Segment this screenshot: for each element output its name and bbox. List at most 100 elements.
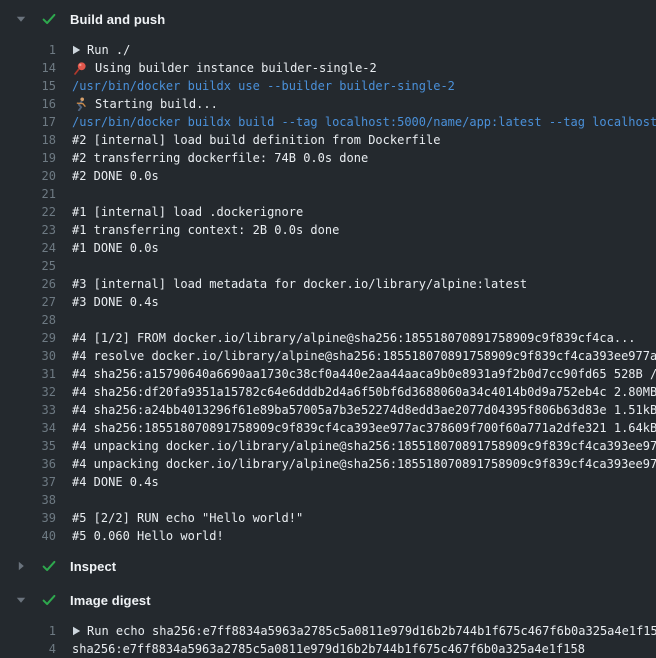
line-number-link[interactable]: 20 — [0, 167, 56, 185]
line-number-link[interactable]: 24 — [0, 239, 56, 257]
line-number-link[interactable]: 19 — [0, 149, 56, 167]
log-line-text: #1 DONE 0.0s — [72, 239, 159, 257]
log-line: 26#3 [internal] load metadata for docker… — [0, 275, 656, 293]
log-section-inspect: Inspect — [0, 555, 656, 577]
log-text: #5 [2/2] RUN echo "Hello world!" — [72, 509, 303, 527]
line-number-link[interactable]: 31 — [0, 365, 56, 383]
line-number-link[interactable]: 17 — [0, 113, 56, 131]
section-header-inspect[interactable]: Inspect — [0, 555, 656, 577]
line-number-link[interactable]: 36 — [0, 455, 56, 473]
log-line: 16 Starting build... — [0, 95, 656, 113]
log-line: 40 #5 0.060 Hello world! — [0, 527, 656, 545]
play-icon — [72, 626, 81, 636]
log-text: Run ./ — [87, 41, 130, 59]
log-text: /usr/bin/docker buildx build --tag local… — [72, 113, 656, 131]
section-header-build-and-push[interactable]: Build and push — [0, 0, 656, 30]
check-icon — [41, 558, 57, 574]
line-number-link[interactable]: 15 — [0, 77, 56, 95]
log-line: 37#4 DONE 0.4s — [0, 473, 656, 491]
log-text: #2 [internal] load build definition from… — [72, 131, 440, 149]
log-line-text: Run ./ — [72, 41, 130, 59]
section-body-build-and-push: 1 Run ./ 14 Using builder instance builder-… — [0, 41, 656, 545]
line-number-link[interactable]: 37 — [0, 473, 56, 491]
line-number-link[interactable]: 40 — [0, 527, 56, 545]
line-number-link[interactable]: 14 — [0, 59, 56, 77]
log-line: 18 #2 [internal] load build definition fr… — [0, 131, 656, 149]
line-number-link[interactable]: 23 — [0, 221, 56, 239]
log-text: #4 sha256:185518070891758909c9f839cf4ca3… — [72, 419, 656, 437]
log-line: 27 #3 DONE 0.4s — [0, 293, 656, 311]
log-line-text: #4 sha256:df20fa9351a15782c64e6dddb2d4a6… — [72, 383, 656, 401]
line-number-link[interactable]: 30 — [0, 347, 56, 365]
check-icon — [41, 11, 57, 27]
line-number-link[interactable]: 32 — [0, 383, 56, 401]
log-line-text: #1 transferring context: 2B 0.0s done — [72, 221, 339, 239]
log-command-text: /usr/bin/docker buildx use --builder bui… — [72, 77, 455, 95]
chevron-down-icon[interactable] — [16, 595, 26, 605]
log-text: Using builder instance builder-single-2 — [95, 59, 377, 77]
log-line: 30#4 resolve docker.io/library/alpine@sh… — [0, 347, 656, 365]
log-text: Starting build... — [95, 95, 218, 113]
line-number-link[interactable]: 16 — [0, 95, 56, 113]
log-line: 24 #1 DONE 0.0s — [0, 239, 656, 257]
log-line-text: Using builder instance builder-single-2 — [72, 59, 377, 77]
log-line-text: Starting build... — [72, 95, 218, 113]
log-line-text: #1 [internal] load .dockerignore — [72, 203, 303, 221]
log-text: /usr/bin/docker buildx use --builder bui… — [72, 77, 455, 95]
line-number-link[interactable]: 29 — [0, 329, 56, 347]
line-number-link[interactable]: 26 — [0, 275, 56, 293]
section-header-image-digest[interactable]: Image digest — [0, 589, 656, 611]
log-text: #4 unpacking docker.io/library/alpine@sh… — [72, 437, 656, 455]
section-body-image-digest: 1 Run echo sha256:e7ff8834a5963a2785c5a08… — [0, 622, 656, 658]
log-line-text: #2 [internal] load build definition from… — [72, 131, 440, 149]
line-number-link[interactable]: 27 — [0, 293, 56, 311]
section-title: Build and push — [70, 12, 165, 27]
log-text: #1 DONE 0.0s — [72, 239, 159, 257]
line-number-link[interactable]: 21 — [0, 185, 56, 203]
line-number-link[interactable]: 1 — [0, 622, 56, 640]
log-line-text: #5 [2/2] RUN echo "Hello world!" — [72, 509, 303, 527]
log-line: 22 #1 [internal] load .dockerignore — [0, 203, 656, 221]
line-number-link[interactable]: 4 — [0, 640, 56, 658]
log-line-text: #4 unpacking docker.io/library/alpine@sh… — [72, 437, 656, 455]
log-line-text: #3 DONE 0.4s — [72, 293, 159, 311]
line-number-link[interactable]: 34 — [0, 419, 56, 437]
log-line-text: #2 transferring dockerfile: 74B 0.0s don… — [72, 149, 368, 167]
log-text: #4 [1/2] FROM docker.io/library/alpine@s… — [72, 329, 636, 347]
log-line-text: Run echo sha256:e7ff8834a5963a2785c5a081… — [72, 622, 656, 640]
line-number-link[interactable]: 33 — [0, 401, 56, 419]
line-number-link[interactable]: 39 — [0, 509, 56, 527]
log-line: 38 — [0, 491, 656, 509]
log-text: #4 sha256:a15790640a6690aa1730c38cf0a440… — [72, 365, 656, 383]
line-number-link[interactable]: 28 — [0, 311, 56, 329]
line-number-link[interactable]: 38 — [0, 491, 56, 509]
section-title: Inspect — [70, 559, 116, 574]
workflow-log-viewer: Build and push1Run ./14Using builder ins… — [0, 0, 656, 658]
log-line-text: #4 sha256:a24bb4013296f61e89ba57005a7b3e… — [72, 401, 656, 419]
chevron-down-icon[interactable] — [16, 14, 26, 24]
log-text: #2 DONE 0.0s — [72, 167, 159, 185]
log-line: 1 Run echo sha256:e7ff8834a5963a2785c5a08… — [0, 622, 656, 640]
log-section-build-and-push: Build and push 1 Run ./ 14 Using builder ins… — [0, 0, 656, 545]
log-section-image-digest: Image digest 1 Run echo sha256:e7ff8834a59… — [0, 589, 656, 658]
log-line: 4sha256:e7ff8834a5963a2785c5a0811e979d16… — [0, 640, 656, 658]
line-number-link[interactable]: 35 — [0, 437, 56, 455]
log-line: 34 #4 sha256:185518070891758909c9f839cf4c… — [0, 419, 656, 437]
log-text: #1 [internal] load .dockerignore — [72, 203, 303, 221]
line-number-link[interactable]: 22 — [0, 203, 56, 221]
log-line: 1 Run ./ — [0, 41, 656, 59]
line-number-link[interactable]: 18 — [0, 131, 56, 149]
chevron-right-icon[interactable] — [16, 561, 26, 571]
log-text: #4 unpacking docker.io/library/alpine@sh… — [72, 455, 656, 473]
log-text: #5 0.060 Hello world! — [72, 527, 224, 545]
log-text: #2 transferring dockerfile: 74B 0.0s don… — [72, 149, 368, 167]
log-line: 15/usr/bin/docker buildx use --builder b… — [0, 77, 656, 95]
log-line: 29 #4 [1/2] FROM docker.io/library/alpine… — [0, 329, 656, 347]
line-number-link[interactable]: 1 — [0, 41, 56, 59]
runner-icon — [72, 97, 87, 112]
log-text: #4 sha256:df20fa9351a15782c64e6dddb2d4a6… — [72, 383, 656, 401]
log-line: 17/usr/bin/docker buildx build --tag loc… — [0, 113, 656, 131]
log-line: 39 #5 [2/2] RUN echo "Hello world!" — [0, 509, 656, 527]
line-number-link[interactable]: 25 — [0, 257, 56, 275]
log-line-text: #4 [1/2] FROM docker.io/library/alpine@s… — [72, 329, 636, 347]
